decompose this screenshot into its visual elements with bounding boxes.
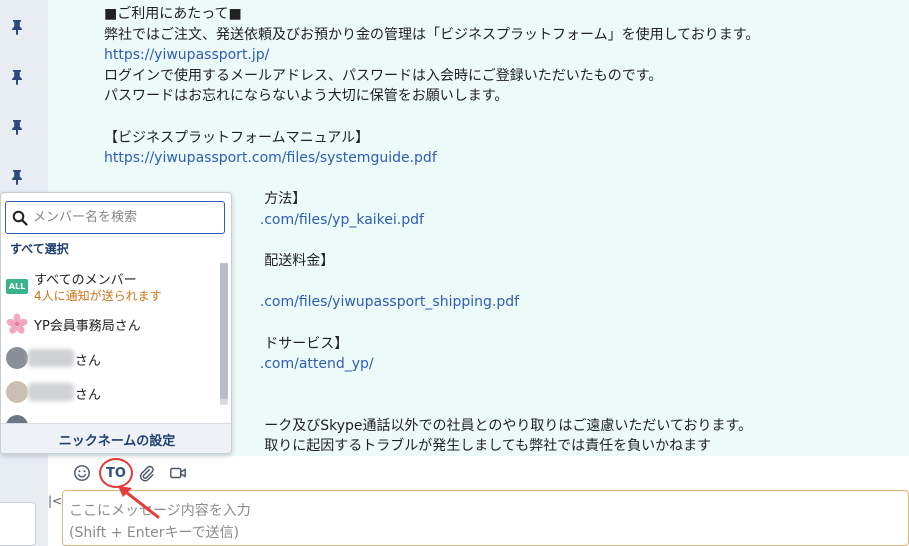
message-line: ■ご利用にあたって■ [104, 6, 242, 22]
message-link[interactable]: https://yiwupassport.com/files/systemgui… [104, 148, 759, 169]
list-item-member[interactable]: さん [1, 347, 219, 373]
member-name-suffix: さん [75, 354, 102, 369]
rail-bottom-panel [0, 502, 36, 546]
message-line [104, 107, 759, 128]
avatar [6, 415, 28, 423]
smiley-icon[interactable] [72, 463, 92, 483]
member-search-box[interactable] [5, 201, 225, 234]
list-item-member[interactable]: さん [1, 381, 219, 407]
message-line: 【ビジネスプラットフォームマニュアル】 [104, 129, 370, 146]
mention-popup: すべて選択 ALL すべてのメンバー 4人に通知が送られます [0, 192, 232, 454]
member-name: YP会員事務局さん [34, 319, 141, 334]
pin-icon[interactable] [8, 118, 26, 136]
pin-icon[interactable] [8, 68, 26, 86]
scrollbar-thumb[interactable] [220, 263, 228, 399]
message-input[interactable]: ここにメッセージ内容を入力 (Shift + Enterキーで送信) [62, 490, 909, 546]
collapse-panel-icon[interactable]: |< [48, 494, 62, 508]
list-item-member[interactable] [1, 415, 219, 423]
all-members-label: すべてのメンバー [34, 273, 137, 288]
to-label: TO [106, 465, 126, 481]
message-line: パスワードはお忘れにならないよう大切に保管をお願いします。 [104, 88, 509, 105]
message-line [104, 169, 759, 190]
pin-icon[interactable] [8, 18, 26, 36]
redacted-name [28, 383, 74, 401]
all-badge: ALL [6, 279, 28, 294]
paperclip-icon[interactable] [136, 463, 156, 483]
member-search-input[interactable] [33, 210, 218, 225]
nickname-settings-button[interactable]: ニックネームの設定 [1, 423, 231, 453]
input-placeholder-line2: (Shift + Enterキーで送信) [69, 525, 240, 541]
search-icon [12, 210, 28, 226]
composer-toolbar: TO [48, 456, 909, 490]
avatar [6, 347, 28, 369]
avatar [6, 381, 28, 403]
message-line: 弊社ではご注文、発送依頼及びお預かり金の管理は「ビジネスプラットフォーム」を使用… [104, 26, 760, 43]
chat-window: ■ご利用にあたって■ 弊社ではご注文、発送依頼及びお預かり金の管理は「ビジネスプラ… [0, 0, 909, 546]
list-item-member[interactable]: YP会員事務局さん [1, 313, 219, 339]
sakura-avatar-icon [6, 313, 28, 334]
member-name-suffix: さん [75, 388, 102, 403]
notify-count-note: 4人に通知が送られます [34, 289, 162, 303]
redacted-name [28, 349, 74, 367]
annotation-arrow-icon [118, 486, 160, 519]
list-item-all-members[interactable]: ALL すべてのメンバー 4人に通知が送られます [1, 269, 219, 303]
message-link[interactable]: https://yiwupassport.jp/ [104, 45, 759, 66]
message-line: ログインで使用するメールアドレス、パスワードは入会時にご登録いただいたものです。 [104, 67, 663, 84]
member-list: ALL すべてのメンバー 4人に通知が送られます YP会員事務局さん さん さん [1, 259, 219, 423]
video-camera-icon[interactable] [168, 463, 188, 483]
select-all-link[interactable]: すべて選択 [10, 240, 69, 257]
pin-icon[interactable] [8, 168, 26, 186]
